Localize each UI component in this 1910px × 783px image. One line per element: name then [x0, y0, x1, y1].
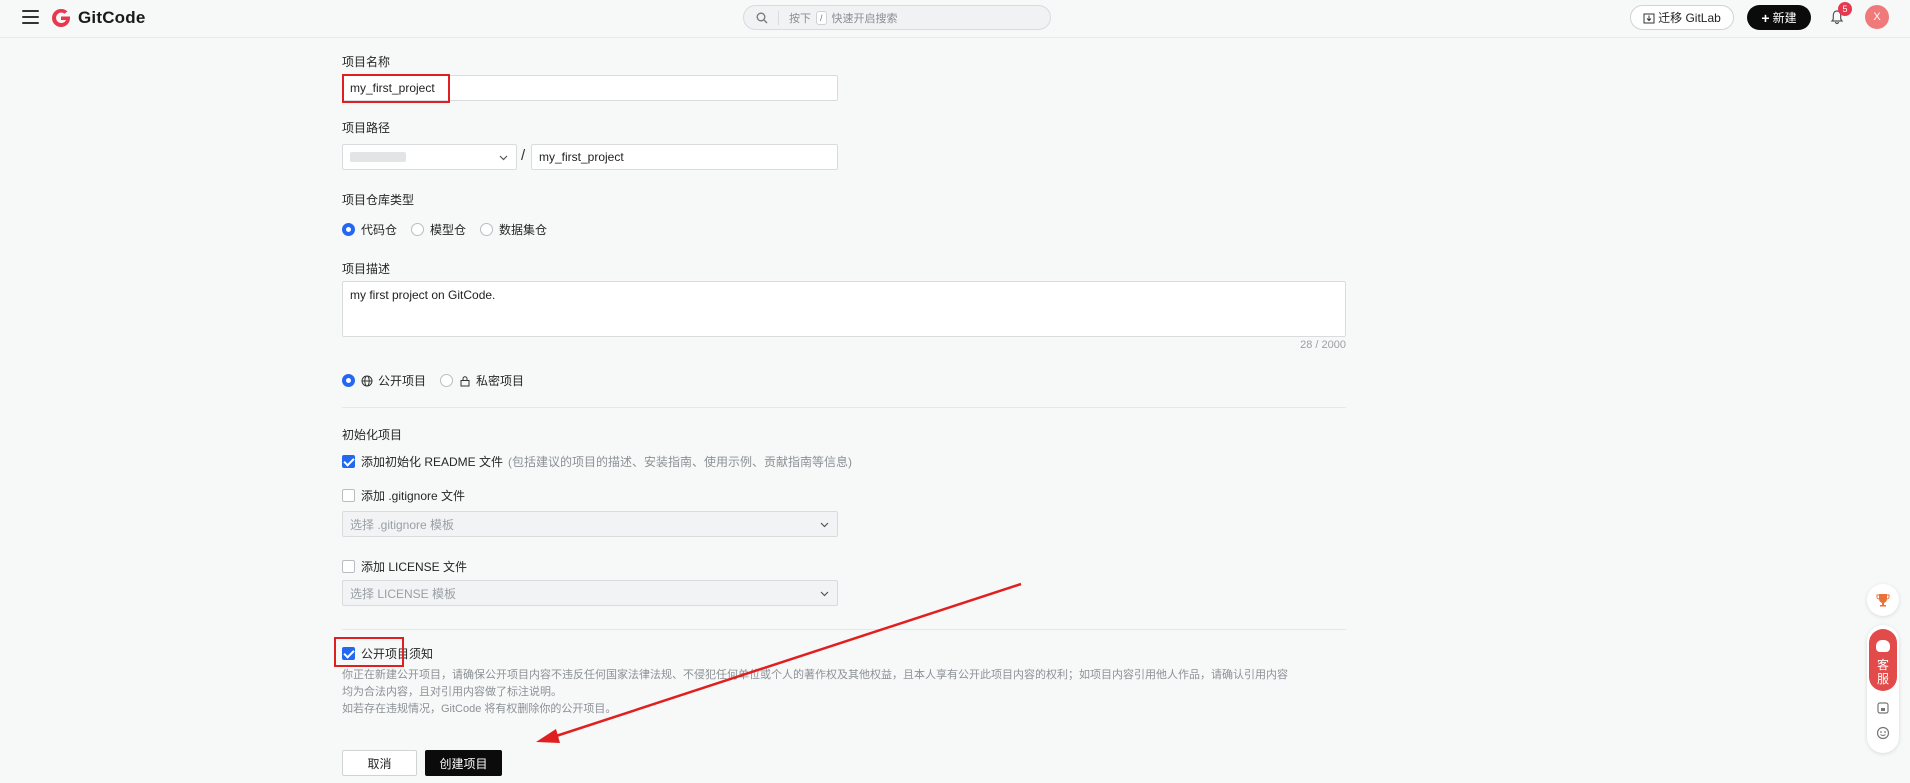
trophy-widget[interactable] [1867, 584, 1899, 616]
customer-service-label-1: 客 [1876, 658, 1889, 672]
annotation-arrow [536, 582, 1022, 743]
smiley-icon[interactable] [1876, 726, 1890, 740]
headset-icon [1876, 640, 1890, 652]
customer-service-button[interactable]: 客 服 [1869, 629, 1897, 691]
trophy-icon [1876, 594, 1890, 607]
feedback-icon[interactable] [1876, 701, 1890, 715]
support-widget-panel: 客 服 [1867, 625, 1899, 753]
customer-service-label-2: 服 [1876, 672, 1889, 686]
